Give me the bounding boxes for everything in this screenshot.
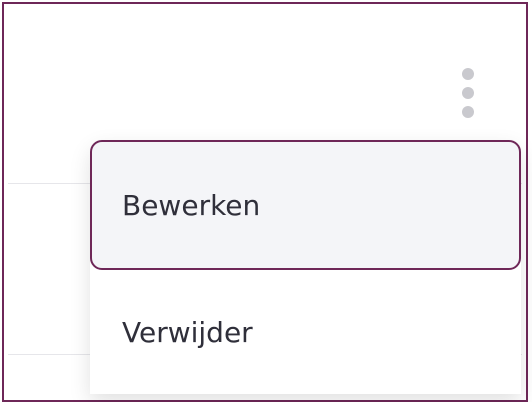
menu-item-delete[interactable]: Verwijder xyxy=(90,270,521,394)
menu-item-edit[interactable]: Bewerken xyxy=(90,140,521,270)
menu-item-label: Bewerken xyxy=(122,188,261,222)
more-vertical-icon-dot xyxy=(462,106,474,118)
more-vertical-icon-dot xyxy=(462,87,474,99)
menu-item-label: Verwijder xyxy=(122,315,253,349)
more-vertical-icon-dot xyxy=(462,68,474,80)
context-menu: Bewerken Verwijder xyxy=(90,140,521,394)
more-options-button[interactable] xyxy=(456,68,480,128)
